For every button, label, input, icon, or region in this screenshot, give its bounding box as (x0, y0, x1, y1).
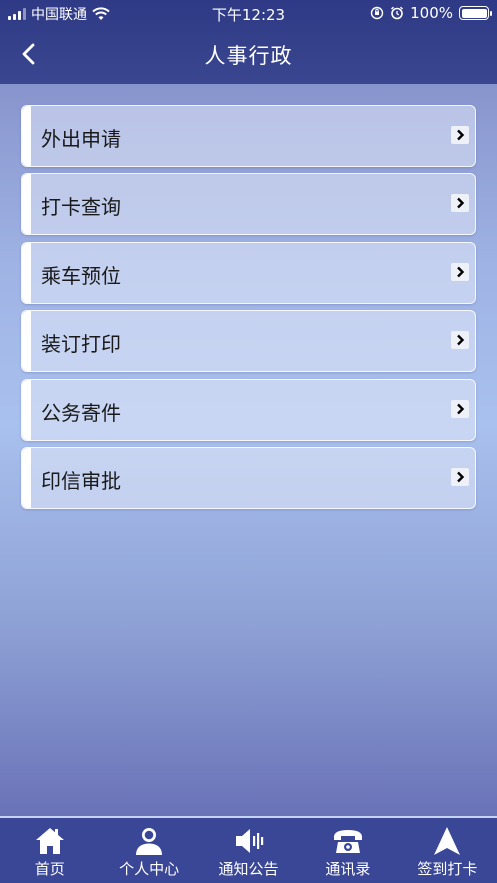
status-right: 100% (370, 4, 492, 22)
tab-label: 通知公告 (218, 860, 279, 878)
tab-home[interactable]: 首页 (0, 818, 99, 883)
menu-list: 外出申请 打卡查询 乘车预位 装订打印 公务寄件 印信审批 (21, 105, 476, 515)
home-icon (35, 828, 64, 854)
menu-item-outing-request[interactable]: 外出申请 (21, 105, 476, 167)
chevron-right-icon (451, 399, 469, 418)
item-accent-bar (22, 311, 31, 372)
tab-contacts[interactable]: 通讯录 (298, 818, 397, 883)
menu-item-label: 装订打印 (41, 332, 121, 357)
tab-bar: 首页 个人中心 通知公告 通讯录 签到打卡 (0, 816, 497, 883)
menu-item-seal-approval[interactable]: 印信审批 (21, 446, 476, 509)
app-header: 中国联通 下午12:23 100% 人事行政 (0, 0, 497, 84)
menu-item-label: 打卡查询 (41, 195, 121, 220)
telephone-icon (333, 830, 362, 853)
item-accent-bar (22, 174, 31, 235)
menu-item-official-mail[interactable]: 公务寄件 (21, 378, 476, 441)
tab-label: 首页 (34, 860, 65, 878)
battery-percent: 100% (410, 4, 453, 22)
menu-item-vehicle-booking[interactable]: 乘车预位 (21, 241, 476, 304)
menu-item-binding-printing[interactable]: 装订打印 (21, 310, 476, 373)
tab-notices[interactable]: 通知公告 (199, 818, 298, 883)
menu-item-label: 乘车预位 (41, 263, 121, 288)
chevron-right-icon (451, 467, 469, 486)
orientation-lock-icon (370, 6, 384, 20)
alarm-icon (391, 6, 404, 20)
menu-item-attendance-query[interactable]: 打卡查询 (21, 173, 476, 236)
speaker-icon (235, 829, 263, 853)
chevron-right-icon (451, 331, 469, 350)
nav-bar: 人事行政 (0, 28, 497, 80)
item-accent-bar (22, 447, 31, 508)
battery-icon (459, 6, 492, 20)
chevron-right-icon (451, 262, 469, 281)
item-accent-bar (22, 379, 31, 440)
chevron-right-icon (451, 126, 469, 144)
item-accent-bar (22, 242, 31, 303)
chevron-right-icon (451, 194, 469, 213)
tab-label: 通讯录 (325, 860, 371, 878)
status-bar: 中国联通 下午12:23 100% (0, 0, 497, 26)
item-accent-bar (22, 106, 31, 166)
menu-item-label: 外出申请 (41, 127, 121, 151)
page-title: 人事行政 (204, 44, 293, 68)
tab-check-in[interactable]: 签到打卡 (398, 818, 497, 883)
menu-item-label: 印信审批 (41, 468, 121, 493)
tab-label: 个人中心 (119, 860, 180, 878)
user-icon (136, 828, 163, 855)
tab-profile[interactable]: 个人中心 (99, 818, 198, 883)
menu-item-label: 公务寄件 (41, 400, 121, 425)
tab-label: 签到打卡 (417, 860, 478, 878)
navigation-arrow-icon (434, 827, 461, 855)
